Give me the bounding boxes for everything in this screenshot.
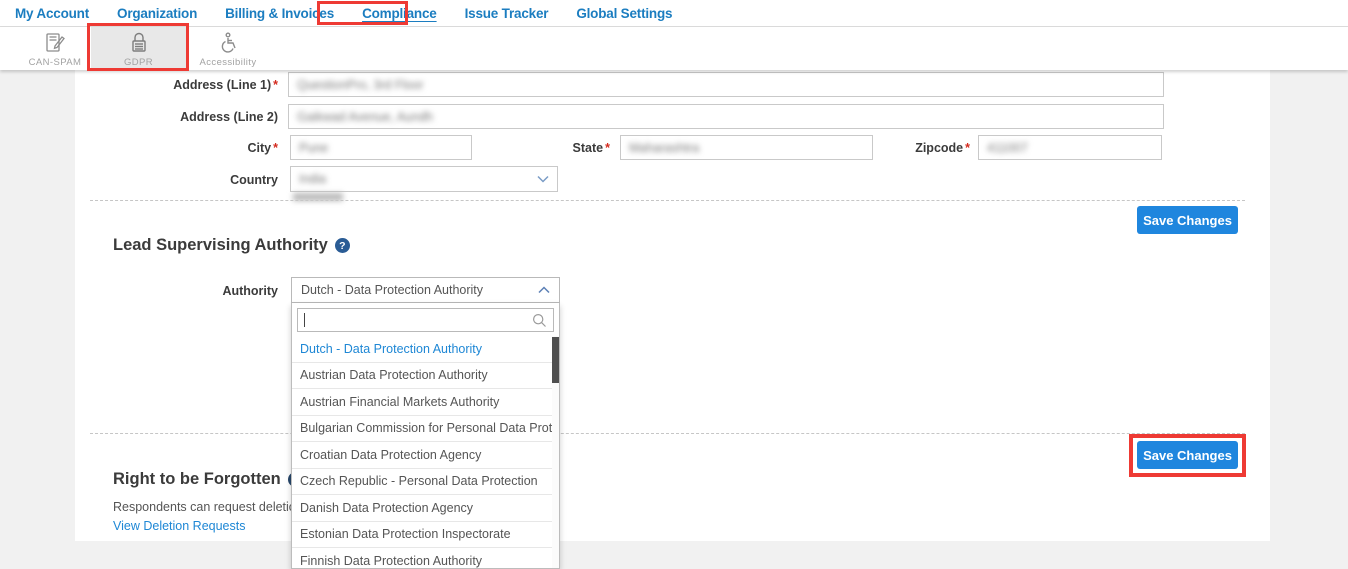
- address2-input[interactable]: Gaikwad Avenue, Aundh: [288, 104, 1164, 129]
- rtbf-section-title: Right to be Forgotten ?: [113, 470, 303, 489]
- city-label: City*: [90, 141, 278, 155]
- required-asterisk: *: [273, 141, 278, 155]
- authority-option[interactable]: Bulgarian Commission for Personal Data P…: [292, 416, 560, 443]
- dropdown-scrollbar-thumb[interactable]: [552, 337, 559, 383]
- city-input[interactable]: Pune: [290, 135, 472, 160]
- subnav-item-accessibility[interactable]: Accessibility: [189, 27, 267, 70]
- subnav-item-gdpr[interactable]: GDPR: [91, 27, 186, 70]
- compliance-subnav: CAN-SPAM GDPR Accessibility: [0, 27, 1348, 70]
- subnav-label: GDPR: [124, 57, 153, 68]
- top-tab-my-account[interactable]: My Account: [14, 4, 90, 23]
- authority-selected-value: Dutch - Data Protection Authority: [301, 283, 483, 297]
- text-cursor: [304, 313, 305, 327]
- chevron-down-icon: [537, 175, 549, 183]
- authority-option[interactable]: Danish Data Protection Agency: [292, 495, 560, 522]
- country-label: Country: [90, 173, 278, 187]
- authority-option[interactable]: Finnish Data Protection Authority: [292, 548, 560, 568]
- top-navigation: My Account Organization Billing & Invoices…: [0, 0, 1348, 27]
- address1-value: QuestionPro, 3rd Floor: [297, 78, 423, 92]
- required-asterisk: *: [605, 141, 610, 155]
- authority-label: Authority: [140, 284, 278, 298]
- authority-options-list: Dutch - Data Protection AuthorityAustria…: [292, 336, 560, 568]
- country-select[interactable]: India: [290, 166, 558, 192]
- address1-label: Address (Line 1)*: [90, 78, 278, 92]
- save-address-button[interactable]: Save Changes: [1137, 206, 1238, 234]
- wheelchair-icon: [216, 30, 240, 56]
- authority-search-input[interactable]: [297, 308, 554, 332]
- zipcode-input[interactable]: 411007: [978, 135, 1162, 160]
- section-divider: [90, 200, 1245, 201]
- authority-option[interactable]: Croatian Data Protection Agency: [292, 442, 560, 469]
- subnav-item-can-spam[interactable]: CAN-SPAM: [20, 27, 90, 70]
- lock-icon: [127, 30, 151, 56]
- authority-option[interactable]: Estonian Data Protection Inspectorate: [292, 522, 560, 549]
- section-divider: [90, 433, 1245, 434]
- authority-dropdown-panel: Dutch - Data Protection AuthorityAustria…: [291, 303, 560, 569]
- authority-option[interactable]: Dutch - Data Protection Authority: [292, 336, 560, 363]
- authority-section-title: Lead Supervising Authority ?: [113, 236, 350, 255]
- subnav-label: Accessibility: [200, 57, 257, 68]
- compliance-settings-page: My Account Organization Billing & Invoices…: [0, 0, 1348, 569]
- section-title-text: Right to be Forgotten: [113, 470, 281, 489]
- country-value: India: [299, 172, 326, 186]
- state-value: Maharashtra: [629, 141, 699, 155]
- state-input[interactable]: Maharashtra: [620, 135, 873, 160]
- address2-label: Address (Line 2): [90, 110, 278, 124]
- authority-option[interactable]: Austrian Data Protection Authority: [292, 363, 560, 390]
- authority-option[interactable]: Czech Republic - Personal Data Protectio…: [292, 469, 560, 496]
- top-tab-issue-tracker[interactable]: Issue Tracker: [464, 4, 550, 23]
- save-authority-button[interactable]: Save Changes: [1137, 441, 1238, 469]
- section-title-text: Lead Supervising Authority: [113, 236, 328, 255]
- search-icon: [532, 313, 547, 328]
- authority-select[interactable]: Dutch - Data Protection Authority: [291, 277, 560, 303]
- zipcode-value: 411007: [987, 141, 1028, 155]
- state-label: State*: [500, 141, 610, 155]
- zipcode-label: Zipcode*: [860, 141, 970, 155]
- help-icon[interactable]: ?: [335, 238, 350, 253]
- document-pencil-icon: [43, 30, 67, 56]
- subnav-label: CAN-SPAM: [29, 57, 82, 68]
- chevron-up-icon: [538, 286, 550, 294]
- dropdown-scrollbar[interactable]: [552, 336, 559, 568]
- address1-input[interactable]: QuestionPro, 3rd Floor: [288, 72, 1164, 97]
- authority-option[interactable]: Austrian Financial Markets Authority: [292, 389, 560, 416]
- top-tab-global-settings[interactable]: Global Settings: [575, 4, 673, 23]
- required-asterisk: *: [273, 78, 278, 92]
- top-tab-billing-invoices[interactable]: Billing & Invoices: [224, 4, 335, 23]
- view-deletion-requests-link[interactable]: View Deletion Requests: [113, 519, 245, 533]
- city-value: Pune: [299, 141, 328, 155]
- rtbf-description: Respondents can request deletion of: [113, 500, 317, 514]
- required-asterisk: *: [965, 141, 970, 155]
- top-tab-organization[interactable]: Organization: [116, 4, 198, 23]
- top-tab-compliance[interactable]: Compliance: [361, 4, 438, 23]
- address2-value: Gaikwad Avenue, Aundh: [297, 110, 433, 124]
